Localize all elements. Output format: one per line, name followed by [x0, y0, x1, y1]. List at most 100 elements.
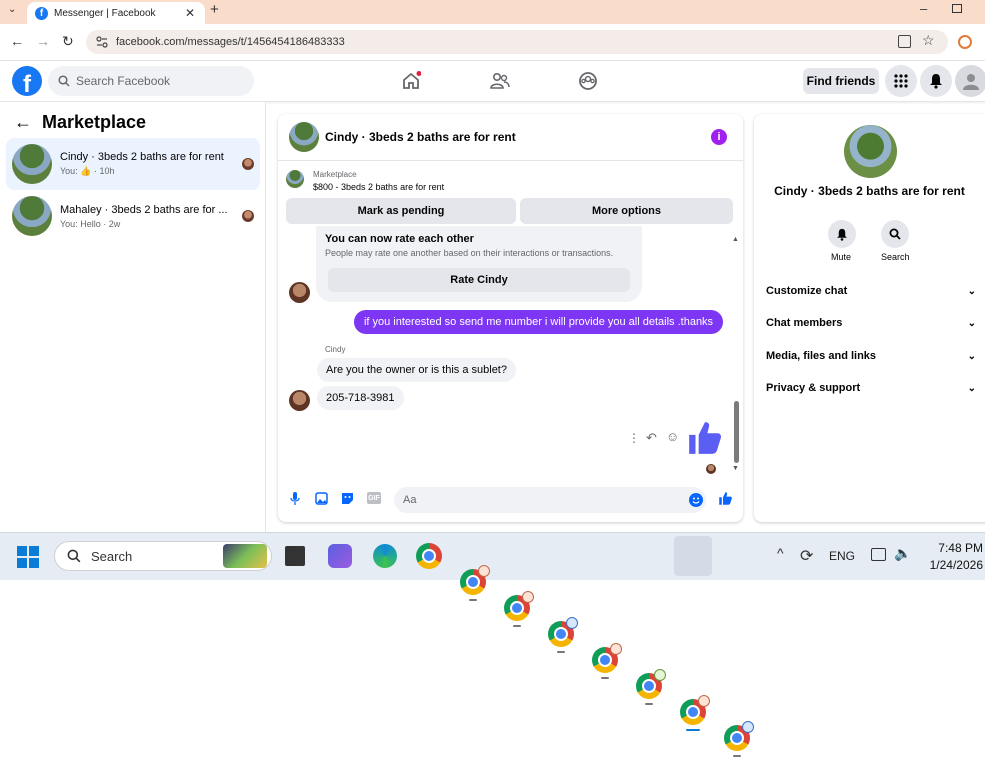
clock-time[interactable]: 7:48 PM: [925, 541, 983, 555]
chrome-profile-icon[interactable]: [460, 565, 490, 601]
reload-icon[interactable]: ↻: [62, 33, 74, 50]
url-field[interactable]: facebook.com/messages/t/1456454186483333…: [86, 30, 948, 54]
language-indicator[interactable]: ENG: [829, 549, 855, 563]
chrome-profile-icon[interactable]: [548, 617, 578, 653]
chrome-profile-icon[interactable]: [724, 721, 754, 757]
cindy-avatar[interactable]: [289, 390, 310, 411]
notifications-bell-icon[interactable]: [920, 65, 952, 97]
volume-icon[interactable]: 🔈: [894, 545, 911, 562]
chat-avatar[interactable]: [289, 122, 319, 152]
edge-browser-icon[interactable]: [373, 544, 397, 568]
bookmark-star-icon[interactable]: ☆: [922, 32, 935, 49]
more-actions-icon[interactable]: ⋮: [628, 431, 640, 445]
browser-tab-strip: ⌄ f Messenger | Facebook ✕ + –: [0, 0, 985, 24]
incoming-message[interactable]: Are you the owner or is this a sublet?: [317, 358, 516, 382]
gif-icon[interactable]: GIF: [367, 492, 381, 504]
conversation-info-icon[interactable]: i: [711, 129, 727, 145]
chat-panel: Cindy · 3beds 2 baths are for rent i Mar…: [278, 114, 743, 522]
minimize-icon[interactable]: –: [920, 1, 927, 16]
tray-overflow-chevron-icon[interactable]: ^: [777, 545, 784, 561]
scroll-up-icon[interactable]: ▲: [732, 236, 739, 243]
display-icon[interactable]: [871, 548, 886, 561]
taskbar-search-box[interactable]: Search: [54, 541, 272, 571]
conversation-item-mahaley[interactable]: Mahaley · 3beds 2 baths are for ... You:…: [6, 190, 260, 242]
rate-cindy-button[interactable]: Rate Cindy: [328, 268, 630, 292]
chevron-down-icon: ⌄: [967, 285, 976, 297]
browser-tab[interactable]: f Messenger | Facebook ✕: [27, 2, 205, 24]
photo-icon[interactable]: [315, 492, 328, 505]
marketplace-header: ← Marketplace: [14, 112, 146, 133]
search-facebook-input[interactable]: Search Facebook: [48, 66, 254, 96]
more-options-button[interactable]: More options: [520, 198, 733, 224]
message-placeholder: Aa: [403, 494, 417, 506]
cindy-avatar[interactable]: [289, 282, 310, 303]
react-emoji-icon[interactable]: ☺: [666, 429, 679, 444]
customize-chat-row[interactable]: Customize chat ⌄: [766, 285, 976, 297]
task-view-icon[interactable]: [285, 546, 305, 566]
reply-icon[interactable]: ↶: [646, 430, 657, 446]
chevron-down-icon: ⌄: [967, 382, 976, 394]
microphone-icon[interactable]: [290, 492, 300, 506]
scroll-down-icon[interactable]: ▼: [732, 465, 739, 472]
menu-grid-icon[interactable]: [885, 65, 917, 97]
chrome-active-window-icon[interactable]: [680, 695, 710, 731]
back-icon[interactable]: ←: [10, 33, 24, 49]
chrome-icon[interactable]: [416, 543, 442, 569]
marketplace-title: Marketplace: [42, 112, 147, 132]
friends-icon[interactable]: [490, 72, 510, 90]
conversation-preview: You: Hello · 2w: [60, 218, 121, 229]
listing-price[interactable]: $800 - 3beds 2 baths are for rent: [313, 182, 444, 192]
sticker-icon[interactable]: [341, 492, 354, 505]
forward-icon[interactable]: →: [36, 33, 50, 49]
chrome-profile-icon[interactable]: [592, 643, 622, 679]
groups-icon[interactable]: [578, 71, 598, 91]
tab-close-icon[interactable]: ✕: [185, 6, 195, 20]
install-app-icon[interactable]: [898, 35, 911, 48]
chat-members-row[interactable]: Chat members ⌄: [766, 317, 976, 329]
sync-icon[interactable]: ⟳: [800, 546, 813, 566]
chat-scrollbar[interactable]: ▲ ▼: [731, 236, 741, 474]
send-like-icon[interactable]: [718, 491, 733, 506]
find-friends-button[interactable]: Find friends: [803, 68, 879, 94]
outgoing-message[interactable]: if you interested so send me number i wi…: [354, 310, 723, 334]
seen-by-avatar: [242, 210, 254, 222]
sent-like-icon[interactable]: [686, 419, 724, 457]
tab-list-chevron-icon[interactable]: ⌄: [8, 4, 16, 15]
profile-avatar[interactable]: [844, 125, 897, 178]
incoming-message[interactable]: 205-718-3981: [317, 386, 404, 410]
mark-as-pending-button[interactable]: Mark as pending: [286, 198, 516, 224]
account-avatar[interactable]: [955, 65, 985, 97]
profile-name[interactable]: Cindy · 3beds 2 baths are for rent: [754, 184, 985, 198]
restore-icon[interactable]: [952, 4, 962, 13]
scrollbar-thumb[interactable]: [734, 401, 739, 463]
chevron-down-icon: ⌄: [967, 317, 976, 329]
media-files-links-row[interactable]: Media, files and links ⌄: [766, 350, 976, 362]
windows-start-icon[interactable]: [17, 546, 39, 568]
back-arrow-icon[interactable]: ←: [14, 112, 32, 133]
listing-thumbnail[interactable]: [286, 170, 304, 188]
conversation-item-cindy[interactable]: Cindy · 3beds 2 baths are for rent You: …: [6, 138, 260, 190]
site-info-icon[interactable]: [96, 36, 108, 48]
profile-badge-icon: [610, 643, 622, 655]
chrome-profile-icon[interactable]: [636, 669, 666, 705]
home-icon[interactable]: [401, 71, 421, 91]
profile-icon[interactable]: [958, 35, 972, 49]
emoji-icon[interactable]: [689, 493, 703, 507]
privacy-support-row[interactable]: Privacy & support ⌄: [766, 382, 976, 394]
mute-label: Mute: [831, 252, 852, 262]
search-highlight-graduation-icon[interactable]: [223, 544, 267, 568]
clock-date[interactable]: 1/24/2026: [915, 558, 983, 572]
chat-details-panel: Cindy · 3beds 2 baths are for rent Mute …: [754, 114, 985, 522]
message-input[interactable]: Aa: [394, 487, 706, 513]
rate-prompt-card: You can now rate each other People may r…: [316, 226, 642, 302]
new-tab-icon[interactable]: +: [210, 1, 219, 18]
chat-title[interactable]: Cindy · 3beds 2 baths are for rent: [325, 130, 516, 144]
teams-meet-icon[interactable]: [328, 544, 352, 568]
mute-bell-icon[interactable]: [828, 220, 856, 248]
facebook-header: f Search Facebook Find friends: [0, 61, 985, 102]
facebook-logo-icon[interactable]: f: [12, 66, 42, 96]
chrome-profile-icon[interactable]: [504, 591, 534, 627]
facebook-favicon-icon: f: [35, 6, 48, 20]
search-conversation-icon[interactable]: [881, 220, 909, 248]
thumbs-up-icon: 👍: [80, 166, 92, 176]
